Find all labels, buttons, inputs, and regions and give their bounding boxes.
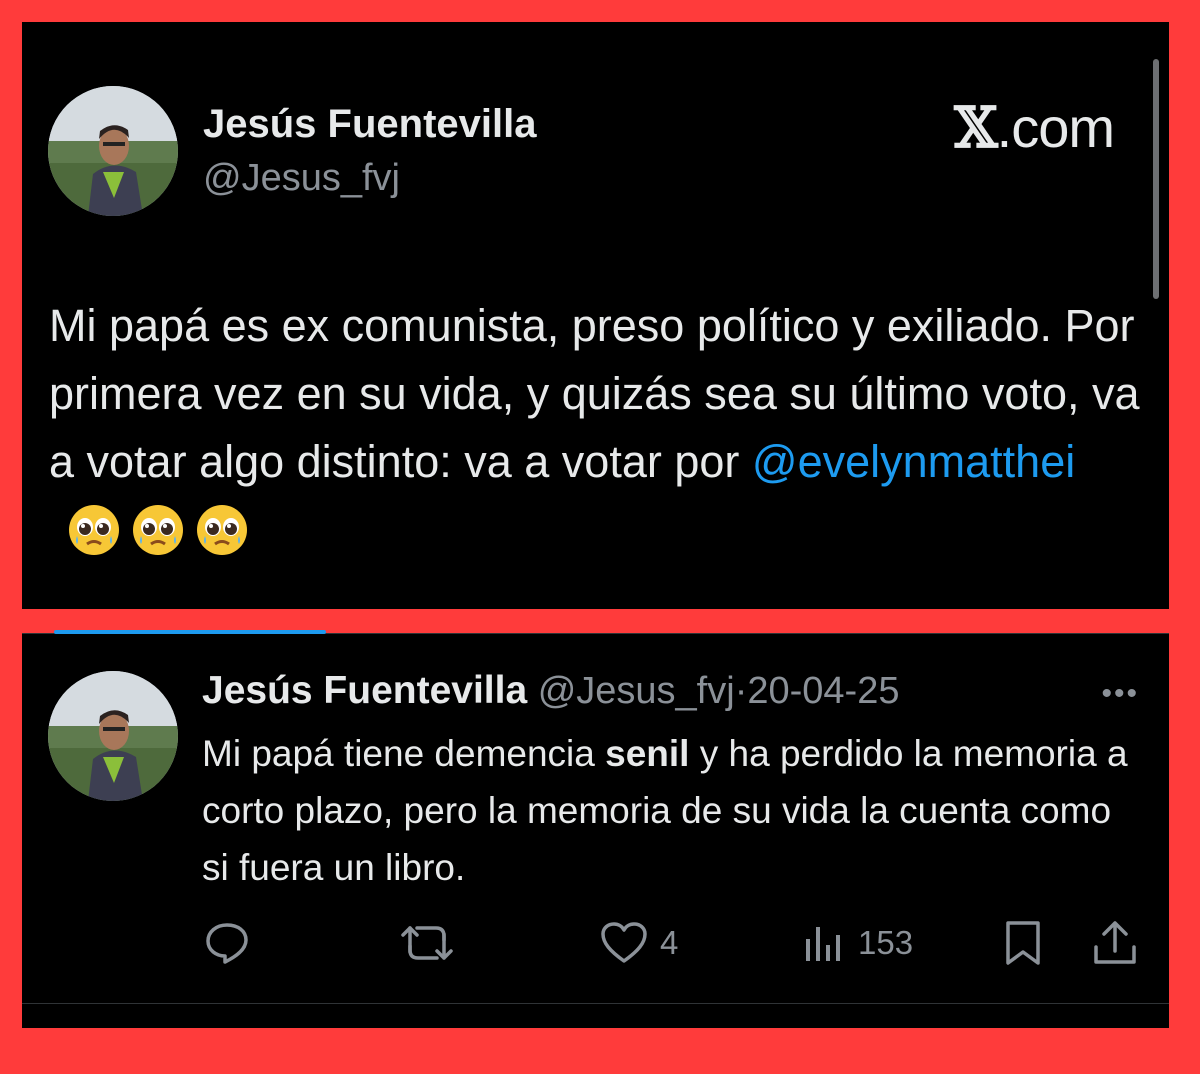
bookmark-icon <box>1006 921 1040 965</box>
main-post-card: Jesús Fuentevilla @Jesus_fvj 𝕏.com Mi pa… <box>22 22 1169 609</box>
author-handle[interactable]: @Jesus_fvj <box>203 157 400 200</box>
views-button[interactable]: 153 <box>802 913 913 973</box>
comment-icon <box>206 923 248 964</box>
like-count: 4 <box>660 924 679 961</box>
brand-domain: .com <box>996 96 1115 159</box>
reply-author-avatar[interactable] <box>48 671 178 801</box>
reply-text-bold: senil <box>605 733 690 774</box>
reply-author-handle[interactable]: @Jesus_fvj <box>538 670 735 712</box>
reply-author-name[interactable]: Jesús Fuentevilla <box>202 669 527 712</box>
author-name[interactable]: Jesús Fuentevilla <box>203 102 536 147</box>
views-count: 153 <box>858 924 914 961</box>
heart-icon <box>601 922 647 963</box>
share-button[interactable] <box>1092 913 1138 973</box>
scrollbar[interactable] <box>1153 59 1159 299</box>
reply-text-part1: Mi papá tiene demencia <box>202 733 606 774</box>
author-avatar[interactable] <box>48 86 178 216</box>
pleading-face-icon <box>69 505 119 555</box>
repost-icon <box>401 926 453 960</box>
action-bar: 4 153 <box>22 913 1169 973</box>
separator-dot: · <box>734 670 748 712</box>
bookmark-button[interactable] <box>1004 913 1042 973</box>
pleading-face-icon <box>133 505 183 555</box>
pleading-face-icon <box>197 505 247 555</box>
more-options-icon[interactable]: ••• <box>1101 677 1139 711</box>
reply-date[interactable]: 20-04-25 <box>747 670 899 712</box>
reply-post-card: Jesús Fuentevilla @Jesus_fvj·20-04-25 ••… <box>22 633 1169 1028</box>
mention-link[interactable]: @evelynmatthei <box>752 436 1075 487</box>
x-icon: 𝕏 <box>954 95 997 161</box>
views-chart-icon <box>806 927 840 961</box>
share-icon <box>1094 921 1136 964</box>
reply-header: Jesús Fuentevilla @Jesus_fvj·20-04-25 <box>202 669 899 713</box>
x-logo: 𝕏.com <box>954 95 1115 161</box>
post-text: Mi papá es ex comunista, preso político … <box>49 292 1159 564</box>
repost-button[interactable] <box>400 913 454 973</box>
post-divider <box>22 1003 1169 1004</box>
like-button[interactable]: 4 <box>600 913 678 973</box>
active-tab-indicator <box>54 630 326 634</box>
reply-text: Mi papá tiene demencia senil y ha perdid… <box>202 725 1132 896</box>
reply-button[interactable] <box>204 913 250 973</box>
